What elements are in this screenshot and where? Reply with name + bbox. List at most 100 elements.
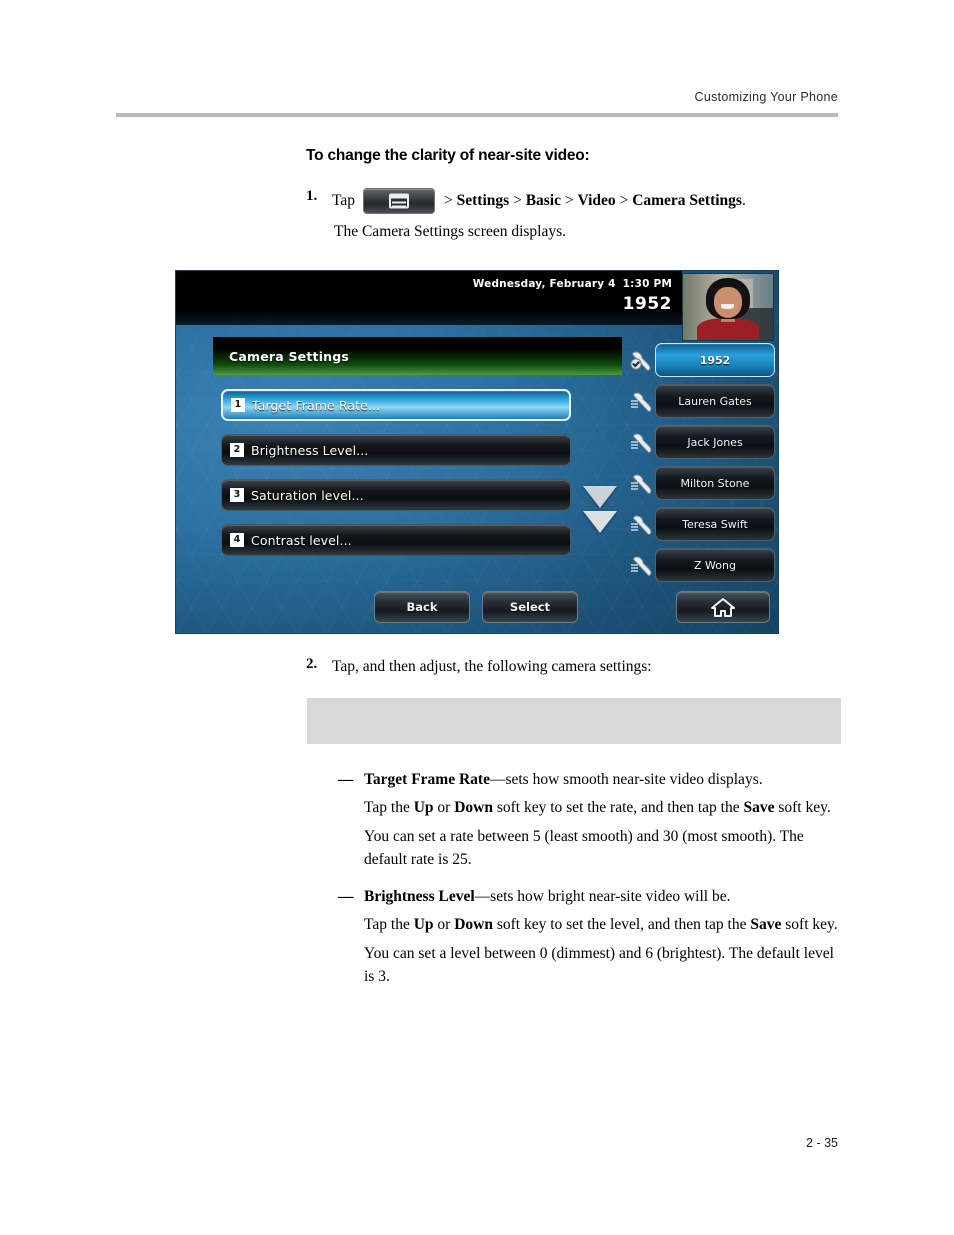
phone-status-bar: Wednesday, February 4 1:30 PM 1952 (176, 271, 682, 325)
breadcrumb-sep-2: > (513, 191, 522, 209)
bullet-dash: — (338, 888, 354, 906)
status-extension: 1952 (622, 294, 672, 314)
menu-item-label: Saturation level... (251, 487, 364, 503)
home-icon (711, 598, 735, 617)
bullet-term: Target Frame Rate (364, 771, 490, 788)
menu-item-index: 2 (230, 443, 244, 457)
handset-icon (631, 474, 652, 494)
down-soft-key-term: Down (454, 916, 493, 934)
soft-key-bar: Back Select (374, 591, 770, 625)
handset-registered-icon (630, 351, 651, 371)
line-key-column: 1952 Lauren Gates Jack Jones Milton Ston… (630, 343, 775, 589)
breadcrumb-basic: Basic (525, 191, 561, 209)
line-key-label: Lauren Gates (655, 384, 775, 418)
status-time: 1:30 PM (622, 278, 672, 290)
bullet-description: sets how smooth near-site video displays… (505, 771, 763, 788)
menu-item-target-frame-rate[interactable]: 1 Target Frame Rate... (221, 389, 571, 421)
status-date: Wednesday, February 4 (472, 278, 616, 290)
para-text: soft key. (781, 916, 838, 934)
line-key-teresa-swift[interactable]: Teresa Swift (631, 507, 775, 541)
screen-title-bar: Camera Settings (213, 337, 622, 375)
bullet-heading-text: Target Frame Rate—sets how smooth near-s… (364, 768, 763, 791)
home-soft-key[interactable] (676, 591, 770, 623)
camera-settings-descriptions: — Target Frame Rate—sets how smooth near… (338, 768, 848, 1002)
save-soft-key-term: Save (743, 799, 775, 817)
page-number: 2 - 35 (806, 1136, 838, 1150)
scroll-down-arrows-icon[interactable] (583, 486, 617, 536)
section-heading: To change the clarity of near-site video… (306, 147, 590, 164)
bullet-dash: — (338, 771, 354, 788)
back-soft-key[interactable]: Back (374, 591, 470, 623)
page-header: Customizing Your Phone (116, 90, 838, 117)
line-key-label: Milton Stone (655, 466, 775, 500)
para-text: Tap the (364, 799, 414, 817)
menu-key-glyph (389, 193, 410, 209)
menu-item-brightness-level[interactable]: 2 Brightness Level... (221, 434, 571, 466)
line-key-jack-jones[interactable]: Jack Jones (631, 425, 775, 459)
bullet-heading: — Target Frame Rate—sets how smooth near… (338, 768, 848, 791)
down-soft-key-term: Down (454, 799, 493, 817)
video-person-smile (720, 304, 735, 309)
step-1-result-text: The Camera Settings screen displays. (334, 223, 567, 240)
bullet-target-frame-rate: — Target Frame Rate—sets how smooth near… (338, 768, 848, 872)
para-text: soft key to set the rate, and then tap t… (492, 799, 744, 817)
bullet-separator: — (489, 771, 506, 788)
handset-icon (631, 556, 652, 576)
bullet-paragraph: You can set a rate between 5 (least smoo… (364, 828, 804, 869)
step-1-body: Tap > Settings > Basic > Video > Camera … (332, 188, 746, 214)
bullet-separator: — (474, 888, 491, 906)
step-1-breadcrumb: > Settings > Basic > Video > Camera Sett… (444, 190, 746, 212)
line-key-z-wong[interactable]: Z Wong (631, 548, 775, 582)
step-2: 2. Tap, and then adjust, the following c… (306, 656, 866, 678)
line-key-1952[interactable]: 1952 (630, 343, 775, 377)
step-1-tap-label: Tap (332, 191, 356, 209)
menu-item-saturation-level[interactable]: 3 Saturation level... (221, 479, 571, 511)
breadcrumb-camera-settings: Camera Settings (632, 191, 742, 209)
menu-item-index: 4 (230, 533, 244, 547)
handset-icon (631, 433, 652, 453)
save-soft-key-term: Save (750, 916, 782, 934)
chevron-down-icon (583, 511, 617, 533)
breadcrumb-sep-4: > (619, 191, 629, 209)
step-1-number: 1. (306, 188, 318, 204)
para-text: soft key to set the level, and then tap … (492, 916, 751, 934)
line-key-label: Jack Jones (655, 425, 775, 459)
breadcrumb-sep-1: > (444, 191, 453, 209)
line-key-label: Z Wong (655, 548, 775, 582)
breadcrumb-period: . (741, 191, 746, 209)
line-key-label: Teresa Swift (655, 507, 775, 541)
breadcrumb-video: Video (577, 191, 616, 209)
menu-item-label: Target Frame Rate... (252, 397, 381, 413)
menu-item-index: 1 (231, 398, 245, 412)
para-text: or (433, 916, 455, 934)
bullet-paragraph: Tap the Up or Down soft key to set the r… (364, 797, 848, 820)
menu-key-icon[interactable] (363, 188, 436, 214)
step-1: 1. Tap > Settings > Basic > Video > Came… (306, 188, 866, 214)
para-text: Tap the (364, 916, 414, 934)
select-soft-key[interactable]: Select (482, 591, 578, 623)
near-site-video-thumbnail[interactable] (682, 273, 774, 341)
bullet-term: Brightness Level (364, 888, 475, 906)
up-soft-key-term: Up (413, 916, 434, 934)
status-datetime: Wednesday, February 4 1:30 PM (473, 278, 672, 290)
up-soft-key-term: Up (413, 799, 434, 817)
note-callout-box (307, 698, 841, 744)
bullet-description: sets how bright near-site video will be. (490, 888, 731, 906)
breadcrumb-settings: Settings (456, 191, 510, 209)
video-person-face (713, 287, 743, 318)
step-2-number: 2. (306, 656, 318, 672)
para-text: or (433, 799, 455, 817)
header-title: Customizing Your Phone (694, 90, 838, 104)
menu-item-label: Contrast level... (251, 532, 352, 548)
line-key-label: 1952 (655, 343, 775, 377)
line-key-lauren-gates[interactable]: Lauren Gates (631, 384, 775, 418)
bullet-paragraph: You can set a level between 0 (dimmest) … (364, 945, 834, 986)
step-2-text: Tap, and then adjust, the following came… (332, 658, 652, 675)
para-text: soft key. (774, 799, 831, 817)
breadcrumb-sep-3: > (564, 191, 574, 209)
menu-item-contrast-level[interactable]: 4 Contrast level... (221, 524, 571, 556)
phone-screenshot-figure: Wednesday, February 4 1:30 PM 1952 Camera… (176, 271, 778, 633)
line-key-milton-stone[interactable]: Milton Stone (631, 466, 775, 500)
menu-item-label: Brightness Level... (251, 442, 369, 458)
bullet-brightness-level: — Brightness Level—sets how bright near-… (338, 885, 848, 989)
